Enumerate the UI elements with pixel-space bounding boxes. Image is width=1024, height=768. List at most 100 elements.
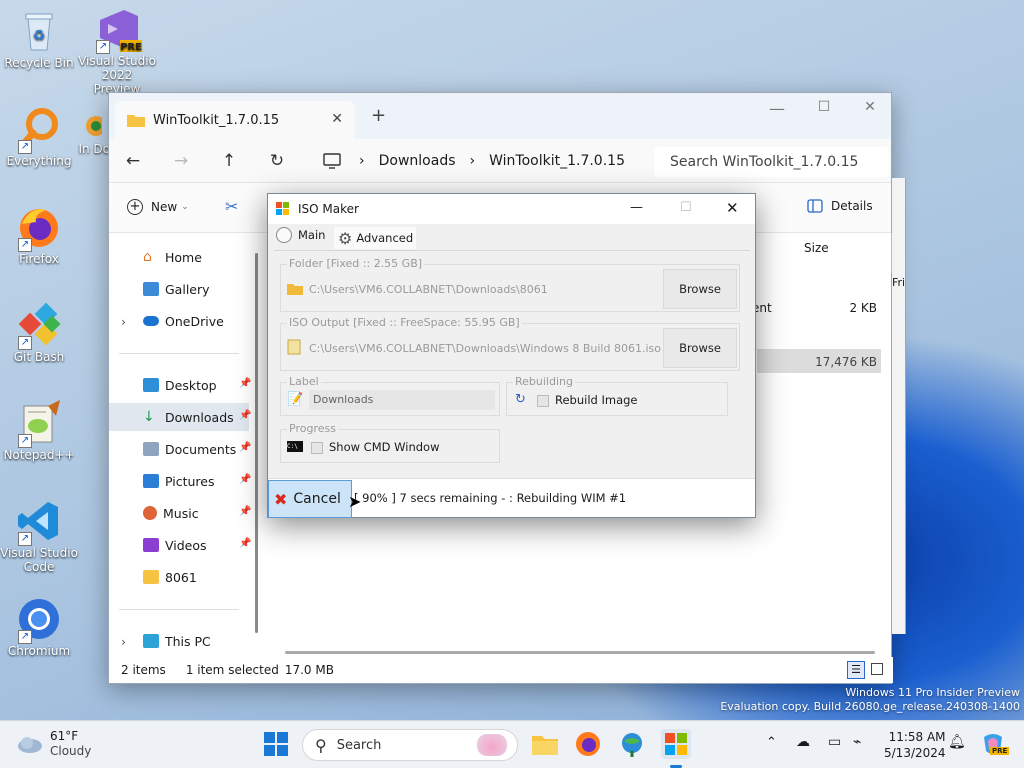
close-tab-icon[interactable]: ✕ bbox=[331, 111, 343, 127]
sidebar-item-label: Gallery bbox=[165, 281, 210, 297]
taskbar-iso-maker[interactable] bbox=[661, 729, 691, 759]
display-icon[interactable]: ▭ bbox=[828, 734, 841, 750]
desktop-icon-chromium[interactable]: ↗ Chromium bbox=[0, 596, 79, 658]
sidebar-item-desktop[interactable]: Desktop 📌 bbox=[109, 371, 251, 399]
desktop-icon-notepad-plus-plus[interactable]: ↗ Notepad++ bbox=[0, 400, 79, 462]
iso-output-path-field[interactable]: C:\Users\VM6.COLLABNET\Downloads\Windows… bbox=[309, 342, 661, 355]
pre-badge: PRE bbox=[120, 42, 142, 52]
explorer-tab[interactable]: WinToolkit_1.7.0.15 ✕ bbox=[115, 101, 355, 139]
taskbar-search[interactable]: ⚲ Search bbox=[302, 729, 518, 761]
plus-icon: + bbox=[127, 199, 143, 215]
pin-icon[interactable]: 📌 bbox=[239, 506, 251, 518]
sidebar-item-downloads[interactable]: ↓ Downloads 📌 bbox=[109, 403, 251, 431]
dialog-title: ISO Maker bbox=[298, 202, 359, 216]
sidebar-item-onedrive[interactable]: › OneDrive bbox=[109, 307, 249, 335]
pin-icon[interactable]: 📌 bbox=[239, 442, 251, 454]
back-icon[interactable]: ← bbox=[109, 151, 157, 171]
browse-output-button[interactable]: Browse bbox=[663, 328, 737, 368]
address-bar: ← → ↑ ↻ › Downloads › WinToolkit_1.7.0.1… bbox=[109, 139, 891, 183]
maximize-icon[interactable]: ☐ bbox=[809, 99, 839, 115]
chevron-up-icon[interactable]: ⌃ bbox=[766, 735, 777, 750]
sidebar-item-gallery[interactable]: Gallery bbox=[109, 275, 249, 303]
up-icon[interactable]: ↑ bbox=[205, 151, 253, 171]
sidebar-item-pictures[interactable]: Pictures 📌 bbox=[109, 467, 251, 495]
maximize-icon[interactable]: ☐ bbox=[680, 200, 692, 215]
desktop-icon-label: Firefox bbox=[19, 252, 59, 266]
breadcrumb-item[interactable]: Downloads bbox=[379, 153, 456, 169]
horizontal-scrollbar[interactable] bbox=[285, 651, 875, 654]
forward-icon[interactable]: → bbox=[157, 151, 205, 171]
refresh-icon[interactable]: ↻ bbox=[253, 151, 301, 171]
desktop-icon-git-bash[interactable]: ↗ Git Bash bbox=[0, 302, 79, 364]
start-button[interactable] bbox=[263, 731, 291, 759]
close-icon[interactable]: ✕ bbox=[726, 199, 739, 217]
cloud-icon bbox=[18, 737, 42, 753]
tab-advanced[interactable]: ⚙ Advanced bbox=[334, 227, 416, 249]
cloud-offline-icon[interactable]: ☁ bbox=[796, 734, 810, 750]
background-window-edge: Fri bbox=[892, 178, 906, 634]
sidebar-item-this-pc[interactable]: › This PC bbox=[109, 627, 249, 655]
label-input[interactable]: Downloads bbox=[309, 390, 495, 410]
chevron-right-icon: › bbox=[121, 313, 126, 329]
search-input[interactable]: Search WinToolkit_1.7.0.15 bbox=[654, 147, 889, 177]
breadcrumb-item[interactable]: WinToolkit_1.7.0.15 bbox=[489, 153, 625, 169]
cloud-icon bbox=[143, 316, 159, 326]
clock[interactable]: 11:58 AM 5/13/2024 bbox=[884, 729, 946, 761]
sidebar-scrollbar[interactable] bbox=[255, 253, 258, 633]
taskbar-firefox[interactable] bbox=[575, 731, 603, 759]
new-button[interactable]: + New ⌄ bbox=[127, 199, 189, 215]
desktop-icon-visual-studio-code[interactable]: ↗ Visual Studio Code bbox=[0, 498, 79, 574]
folder-path-field[interactable]: C:\Users\VM6.COLLABNET\Downloads\8061 bbox=[309, 283, 548, 296]
details-button[interactable]: Details bbox=[807, 199, 873, 213]
svg-text:♻: ♻ bbox=[33, 28, 46, 44]
tiles-view-icon[interactable] bbox=[871, 663, 883, 675]
weather-widget[interactable]: 61°F Cloudy bbox=[16, 729, 91, 759]
watermark-line: Windows 11 Pro Insider Preview bbox=[845, 686, 1020, 699]
desktop-icon-label: Git Bash bbox=[13, 350, 65, 364]
pin-icon[interactable]: 📌 bbox=[239, 410, 251, 422]
cut-icon[interactable]: ✂ bbox=[225, 197, 238, 216]
sidebar-item-home[interactable]: ⌂ Home bbox=[109, 243, 249, 271]
checkbox[interactable] bbox=[537, 394, 549, 407]
desktop-icon-everything[interactable]: ↗ Everything bbox=[0, 106, 79, 168]
desktop-icon-visual-studio-2022[interactable]: PRE ↗ Visual Studio 2022 Preview bbox=[77, 6, 157, 96]
tab-main[interactable]: Main bbox=[276, 227, 325, 243]
sidebar-item-documents[interactable]: Documents 📌 bbox=[109, 435, 251, 463]
details-view-icon[interactable]: ☰ bbox=[847, 661, 865, 679]
pin-icon[interactable]: 📌 bbox=[239, 538, 251, 550]
monitor-icon[interactable] bbox=[323, 153, 341, 169]
chevron-down-icon: ⌄ bbox=[181, 202, 189, 212]
taskbar-network-app[interactable] bbox=[619, 731, 647, 759]
show-cmd-checkbox[interactable]: Show CMD Window bbox=[311, 440, 440, 454]
desktop-icon-firefox[interactable]: ↗ Firefox bbox=[0, 204, 79, 266]
browse-folder-button[interactable]: Browse bbox=[663, 269, 737, 309]
minimize-icon[interactable]: — bbox=[630, 200, 643, 215]
weather-desc: Cloudy bbox=[50, 744, 92, 758]
close-icon[interactable]: ✕ bbox=[855, 99, 885, 115]
sidebar-item-videos[interactable]: Videos 📌 bbox=[109, 531, 251, 559]
column-header-size[interactable]: Size bbox=[804, 241, 884, 255]
new-label: New bbox=[151, 200, 178, 214]
pin-icon[interactable]: 📌 bbox=[239, 474, 251, 486]
dialog-footer: ✖ Cancel [ 90% ] 7 secs remaining - : Re… bbox=[268, 478, 755, 518]
pin-icon[interactable]: 📌 bbox=[239, 378, 251, 390]
cancel-button[interactable]: ✖ Cancel bbox=[268, 480, 352, 518]
desktop-icon-label: In Do bbox=[78, 142, 110, 156]
checkbox[interactable] bbox=[311, 441, 323, 454]
minimize-icon[interactable]: — bbox=[762, 99, 792, 118]
sidebar-item-music[interactable]: Music 📌 bbox=[109, 499, 251, 527]
desktop-icon-label: Chromium bbox=[7, 644, 71, 658]
notification-bell-icon[interactable]: 🔔︎ bbox=[948, 734, 966, 750]
new-tab-button[interactable]: + bbox=[371, 105, 386, 126]
sidebar-item-8061[interactable]: 8061 bbox=[109, 563, 249, 591]
desktop-icon-recycle-bin[interactable]: ♻ Recycle Bin bbox=[0, 8, 79, 70]
network-icon[interactable]: ⌁ bbox=[853, 734, 861, 750]
rebuild-image-checkbox[interactable]: Rebuild Image bbox=[537, 393, 638, 407]
group-legend: ISO Output [Fixed :: FreeSpace: 55.95 GB… bbox=[287, 316, 522, 329]
clock-time: 11:58 AM bbox=[888, 730, 946, 744]
group-legend: Folder [Fixed :: 2.55 GB] bbox=[287, 257, 425, 270]
copilot-button[interactable]: PRE bbox=[980, 731, 1010, 757]
folder-icon bbox=[287, 284, 303, 295]
taskbar-file-explorer[interactable] bbox=[531, 731, 559, 759]
desktop-icon-partial[interactable]: In Do bbox=[72, 112, 112, 156]
